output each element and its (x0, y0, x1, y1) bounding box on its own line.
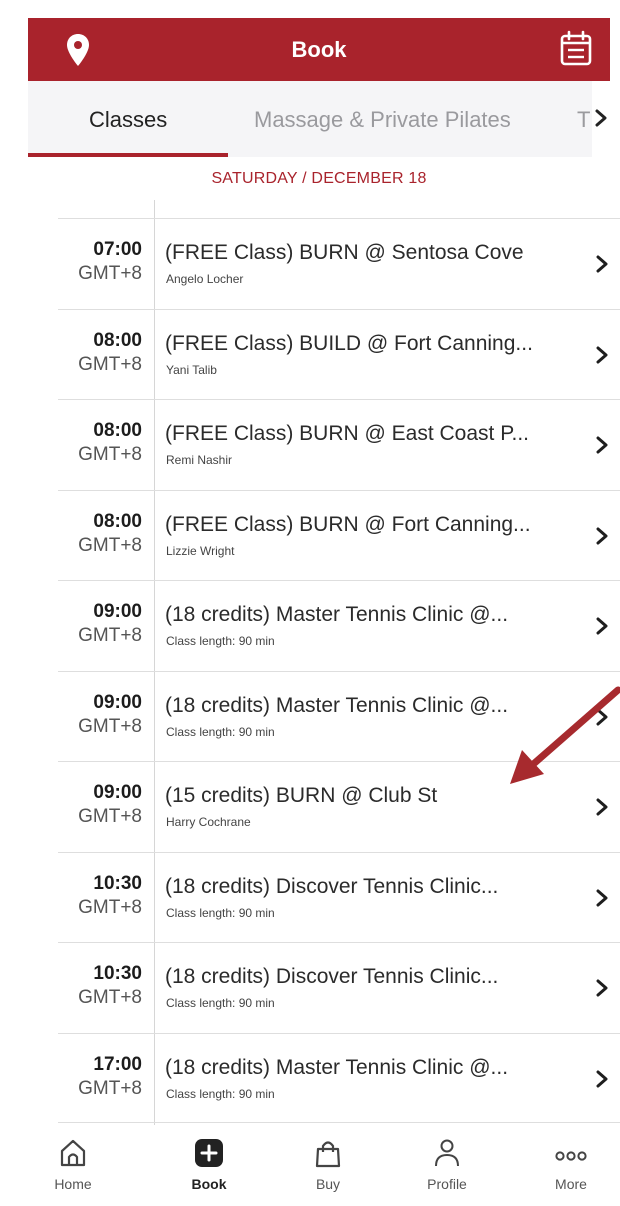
chevron-right-icon (595, 109, 607, 127)
class-timezone: GMT+8 (78, 715, 142, 737)
class-row[interactable]: 09:00 GMT+8 (18 credits) Master Tennis Cli… (58, 580, 620, 671)
chevron-right-icon (596, 436, 608, 454)
class-name: (18 credits) Master Tennis Clinic @... (165, 603, 509, 626)
class-subtitle: Harry Cochrane (166, 815, 251, 829)
class-row[interactable]: 08:00 GMT+8 (FREE Class) BURN @ East Coast… (58, 399, 620, 490)
class-timezone: GMT+8 (78, 625, 142, 646)
class-subtitle: Angelo Locher (166, 272, 244, 286)
class-subtitle: Remi Nashir (166, 453, 233, 467)
class-timezone: GMT+8 (78, 353, 142, 375)
chevron-right-icon (596, 889, 608, 906)
more-dots-icon (555, 1151, 587, 1161)
class-timezone: GMT+8 (78, 534, 142, 556)
nav-book[interactable]: Book (164, 1130, 254, 1206)
class-time: 10:30 (93, 963, 142, 984)
class-name: (18 credits) Discover Tennis Clinic... (165, 874, 499, 898)
class-time: 07:00 (93, 239, 142, 260)
nav-buy-label: Buy (315, 1176, 341, 1192)
class-name: (18 credits) Master Tennis Clinic @... (165, 1055, 509, 1079)
class-row[interactable]: 07:00 GMT+8 (FREE Class) BURN @ Sentosa Co… (58, 218, 620, 309)
class-subtitle: Class length: 90 min (166, 905, 275, 920)
nav-more[interactable]: More (526, 1130, 616, 1206)
chevron-right-icon (596, 527, 608, 544)
tab-third[interactable]: T (577, 81, 590, 157)
class-time: 17:00 (93, 1053, 142, 1075)
nav-profile-label: Profile (427, 1176, 467, 1192)
nav-home-label: Home (54, 1176, 92, 1192)
class-time: 08:00 (93, 510, 142, 532)
nav-more-label: More (555, 1176, 587, 1192)
class-subtitle: Class length: 90 min (166, 724, 275, 739)
class-row[interactable]: 10:30 GMT+8 (18 credits) Discover Tennis C… (58, 851, 620, 943)
class-timezone: GMT+8 (78, 987, 142, 1008)
date-heading: SATURDAY / DECEMBER 18 (211, 170, 427, 187)
chevron-right-icon (596, 346, 608, 363)
class-name: (15 credits) BURN @ Club St (165, 784, 438, 807)
class-name: (FREE Class) BUILD @ Fort Canning... (165, 331, 533, 355)
class-name: (FREE Class) BURN @ Fort Canning... (165, 512, 531, 536)
nav-home[interactable]: Home (28, 1130, 118, 1206)
nav-buy[interactable]: Buy (283, 1130, 373, 1206)
class-time: 09:00 (93, 691, 142, 713)
class-time: 08:00 (93, 329, 142, 351)
chevron-right-icon (596, 617, 608, 635)
tab-classes[interactable]: Classes (89, 81, 167, 157)
class-timezone: GMT+8 (78, 444, 142, 465)
active-tab-indicator (28, 153, 228, 157)
nav-book-label: Book (191, 1176, 227, 1192)
class-name: (FREE Class) BURN @ East Coast P... (165, 422, 530, 445)
book-plus-icon (195, 1139, 223, 1167)
class-subtitle: Lizzie Wright (166, 543, 235, 558)
class-subtitle: Class length: 90 min (166, 1086, 275, 1101)
class-row[interactable]: 10:30 GMT+8 (18 credits) Discover Tennis C… (58, 942, 620, 1033)
class-row[interactable]: 08:00 GMT+8 (FREE Class) BURN @ Fort Canni… (58, 489, 620, 581)
app-header: Book (28, 18, 610, 81)
calendar-icon[interactable] (560, 30, 592, 66)
class-name: (18 credits) Discover Tennis Clinic... (165, 965, 499, 988)
class-time: 09:00 (93, 782, 142, 803)
class-timezone: GMT+8 (78, 1077, 142, 1099)
class-timezone: GMT+8 (78, 896, 142, 918)
bottom-navigation: Home Book Buy Profile More (28, 1130, 620, 1206)
annotation-arrow-icon (510, 686, 620, 784)
class-time: 08:00 (93, 420, 142, 441)
class-timezone: GMT+8 (78, 263, 142, 284)
profile-icon (435, 1139, 459, 1167)
class-row[interactable]: 08:00 GMT+8 (FREE Class) BUILD @ Fort Cann… (58, 308, 620, 400)
chevron-right-icon (596, 1070, 608, 1087)
chevron-right-icon (596, 979, 608, 997)
tabs-scroll-right-button[interactable] (592, 81, 620, 157)
class-subtitle: Class length: 90 min (166, 634, 275, 648)
shopping-bag-icon (315, 1141, 341, 1168)
category-tabs: Classes Massage & Private Pilates T (28, 81, 610, 157)
class-time: 09:00 (93, 601, 142, 622)
class-timezone: GMT+8 (78, 806, 142, 827)
booking-screen: Book Classes Massage & Private Pilates T… (0, 0, 620, 1206)
class-name: (FREE Class) BURN @ Sentosa Cove (165, 241, 524, 264)
tab-massage-private-pilates[interactable]: Massage & Private Pilates (254, 81, 511, 157)
class-time: 10:30 (93, 872, 142, 894)
page-title: Book (291, 37, 347, 62)
chevron-right-icon (596, 255, 608, 273)
class-name: (18 credits) Master Tennis Clinic @... (165, 693, 509, 717)
nav-profile[interactable]: Profile (402, 1130, 492, 1206)
chevron-right-icon (596, 798, 608, 816)
class-row[interactable]: 17:00 GMT+8 (18 credits) Master Tennis Cli… (58, 1032, 620, 1123)
class-subtitle: Yani Talib (166, 362, 217, 377)
class-subtitle: Class length: 90 min (166, 996, 275, 1010)
home-icon (60, 1139, 86, 1167)
